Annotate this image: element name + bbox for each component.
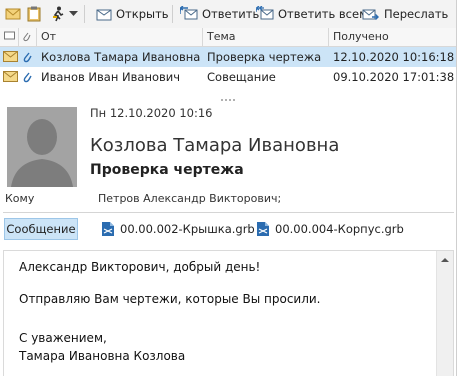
open-label: Открыть: [116, 7, 169, 21]
list-item-from: Иванов Иван Иванович: [41, 70, 181, 84]
reply-button[interactable]: Ответить: [180, 4, 259, 24]
paperclip-icon: [22, 50, 32, 66]
run-button[interactable]: [51, 4, 65, 24]
file-icon: [257, 222, 269, 236]
clipboard-button[interactable]: [27, 4, 41, 24]
reply-all-icon: [256, 6, 274, 20]
list-item-received: 12.10.2020 10:16:18: [333, 50, 455, 64]
message-list: От Тема Получено Козлова Тамара Ивановна…: [0, 28, 457, 92]
new-message-button[interactable]: [5, 4, 21, 24]
envelope-icon: [3, 49, 18, 66]
list-header: От Тема Получено: [0, 28, 457, 47]
more-dropdown[interactable]: [69, 4, 78, 24]
avatar: [7, 107, 77, 187]
reply-icon: [180, 6, 198, 20]
file-icon: [102, 222, 114, 236]
attachment-name: 00.00.002-Крышка.grb: [120, 222, 255, 236]
list-item[interactable]: Иванов Иван Иванович Совещание 09.10.202…: [0, 67, 457, 87]
vertical-scrollbar[interactable]: [436, 251, 453, 376]
envelope-open-icon: [96, 9, 112, 21]
list-item-subject: Совещание: [207, 70, 276, 84]
open-button[interactable]: Открыть: [96, 4, 169, 24]
attachment-item[interactable]: 00.00.004-Корпус.grb: [256, 221, 404, 237]
body-line: Александр Викторович, добрый день!: [19, 260, 261, 274]
body-line: Отправляю Вам чертежи, которые Вы просил…: [19, 292, 321, 306]
runner-icon: [53, 6, 64, 22]
list-item[interactable]: Козлова Тамара Ивановна Проверка чертежа…: [0, 47, 457, 67]
column-subject[interactable]: Тема: [207, 30, 236, 43]
message-subject: Проверка чертежа: [90, 162, 244, 178]
column-from[interactable]: От: [41, 30, 56, 43]
forward-button[interactable]: Переслать: [362, 4, 448, 24]
body-line: Тамара Ивановна Козлова: [19, 349, 186, 363]
message-date: Пн 12.10.2020 10:16: [90, 106, 213, 120]
to-label: Кому: [5, 192, 35, 205]
list-item-received: 09.10.2020 17:01:38: [333, 70, 455, 84]
sender-name[interactable]: Козлова Тамара Ивановна: [90, 135, 339, 156]
attachment-item[interactable]: 00.00.002-Крышка.grb: [101, 221, 255, 237]
reply-label: Ответить: [202, 7, 260, 21]
column-received[interactable]: Получено: [333, 30, 389, 43]
list-item-subject: Проверка чертежа: [207, 50, 322, 64]
message-body[interactable]: Александр Викторович, добрый день! Отпра…: [3, 250, 454, 376]
divider: [3, 212, 454, 213]
paperclip-icon: [22, 70, 32, 86]
forward-label: Переслать: [384, 7, 449, 21]
person-silhouette-icon: [7, 107, 77, 187]
splitter-handle[interactable]: [220, 92, 236, 101]
attachment-name: 00.00.004-Корпус.grb: [275, 222, 404, 236]
list-item-from: Козлова Тамара Ивановна: [41, 50, 201, 64]
tab-message[interactable]: Сообщение: [4, 218, 78, 240]
envelope-icon: [3, 69, 18, 86]
scroll-up-arrow-icon[interactable]: [437, 254, 453, 266]
forward-icon: [362, 9, 379, 20]
to-recipient[interactable]: Петров Александр Викторович;: [98, 192, 281, 205]
body-line: С уважением,: [19, 331, 107, 345]
clipboard-icon: [27, 6, 41, 22]
flag-column-icon: [4, 30, 15, 44]
attachment-column-icon: [22, 30, 31, 45]
envelope-icon: [5, 8, 21, 20]
chevron-down-icon: [69, 11, 78, 16]
toolbar: Открыть Ответить Ответить всем Переслать: [0, 0, 457, 29]
reply-all-label: Ответить всем: [278, 7, 368, 21]
reply-all-button[interactable]: Ответить всем: [256, 4, 368, 24]
